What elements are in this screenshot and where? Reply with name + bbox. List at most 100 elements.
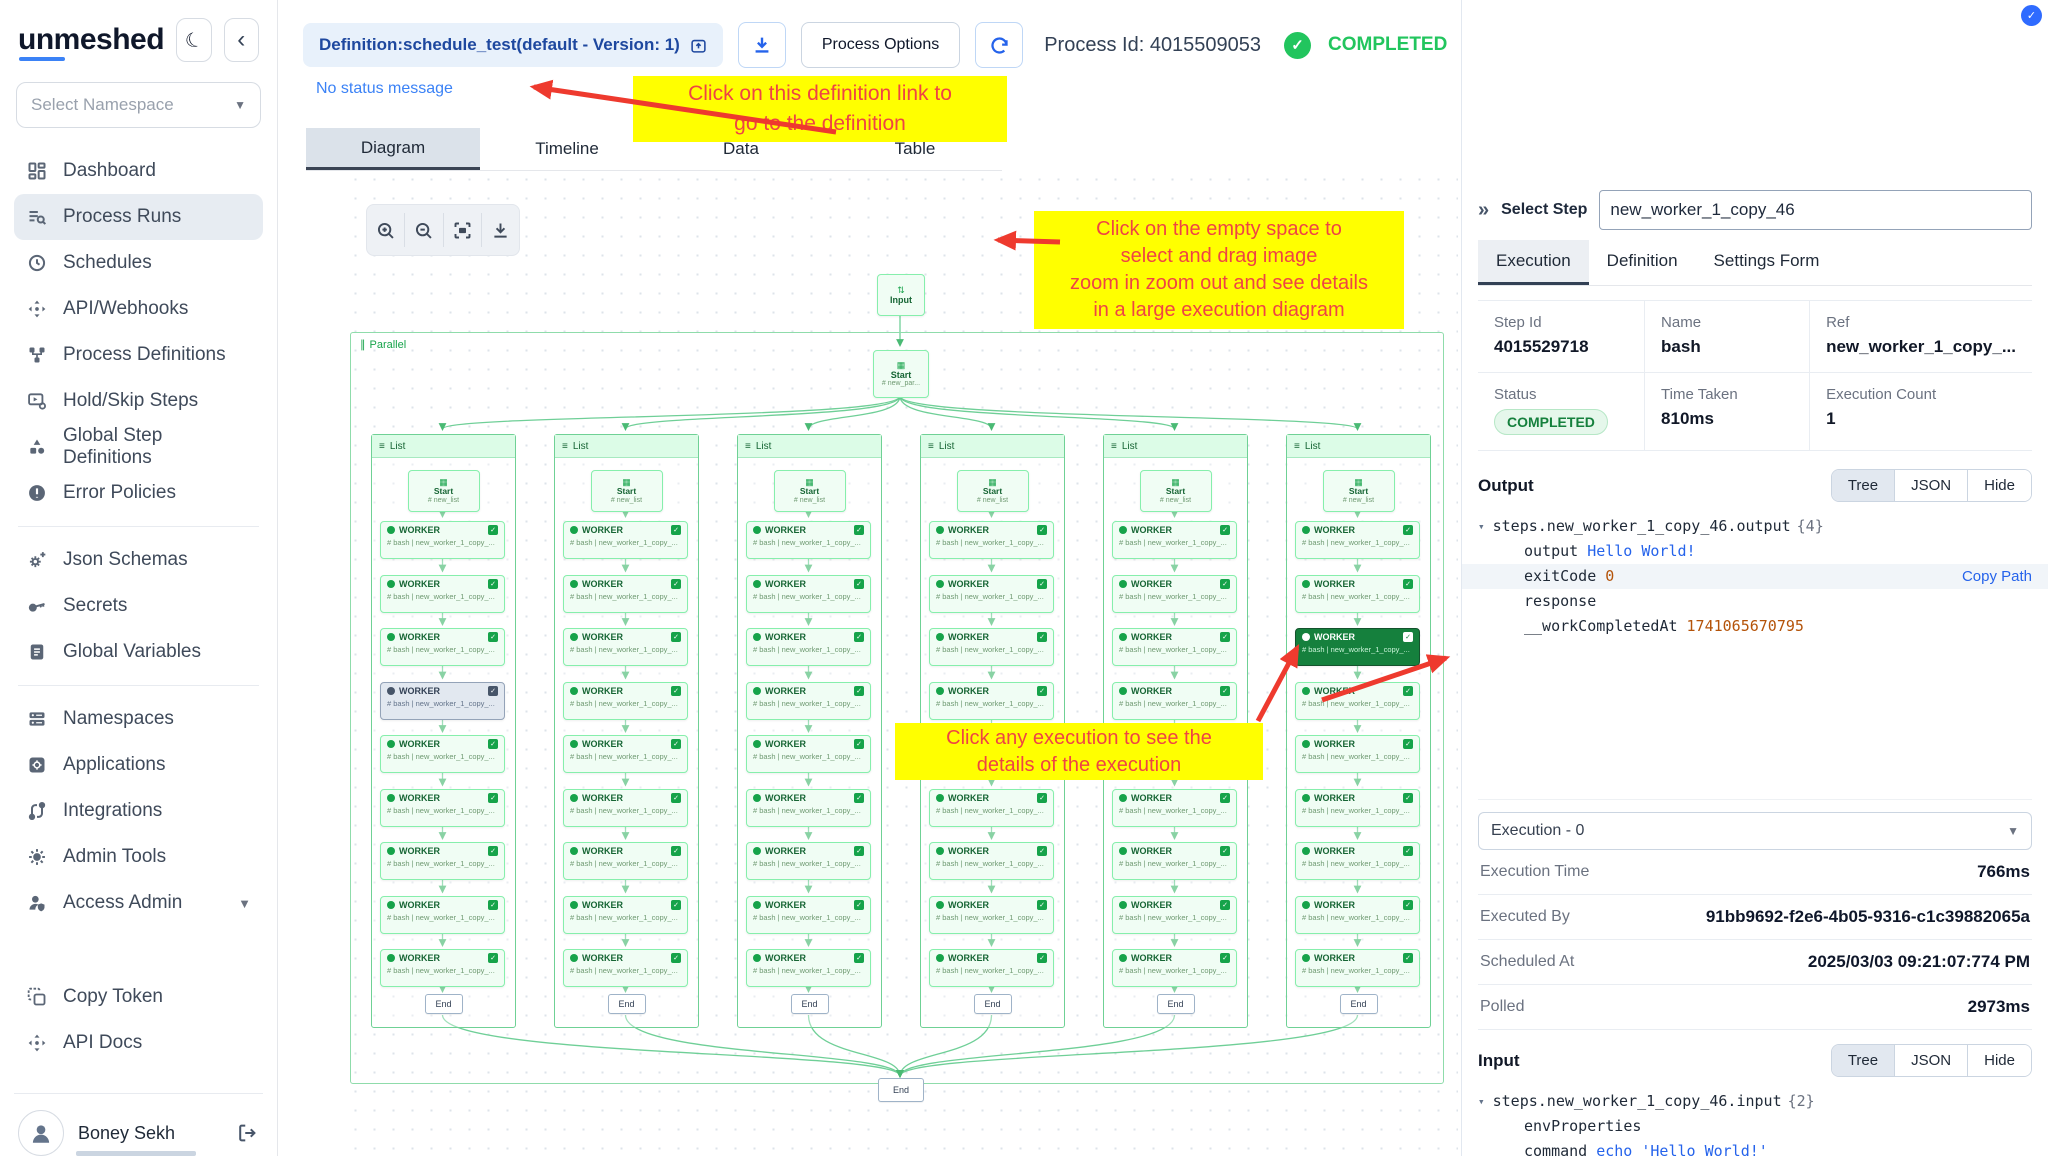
list-column-header[interactable]: ≡ List [921,435,1064,458]
worker-node[interactable]: WORKER✓ # bash | new_worker_1_copy_... [929,788,1054,827]
input-tree-button[interactable]: Tree [1831,1045,1895,1076]
list-start-node[interactable]: ▦ Start # new_list [407,470,480,512]
sidebar-item-schedules[interactable]: Schedules [14,240,263,286]
worker-node[interactable]: WORKER✓ # bash | new_worker_1_copy_... [563,895,688,934]
worker-node[interactable]: WORKER✓ # bash | new_worker_1_copy_... [746,574,871,613]
collapse-sidebar-button[interactable]: ‹ [223,18,259,62]
download-process-button[interactable] [737,22,786,68]
list-column-header[interactable]: ≡ List [1287,435,1430,458]
worker-node[interactable]: WORKER✓ # bash | new_worker_1_copy_... [1112,842,1237,880]
sidebar-item-namespaces[interactable]: Namespaces [14,696,263,742]
parallel-start-node[interactable]: ▦ Start # new_par... [873,350,929,398]
worker-node[interactable]: WORKER✓ # bash | new_worker_1_copy_... [380,628,505,666]
worker-node[interactable]: WORKER✓ # bash | new_worker_1_copy_... [746,681,871,720]
list-column-header[interactable]: ≡ List [372,435,515,458]
tab-definition[interactable]: Definition [1589,240,1696,285]
worker-node[interactable]: WORKER✓ # bash | new_worker_1_copy_... [929,842,1054,880]
output-hide-button[interactable]: Hide [1967,470,2031,501]
zoom-in-icon[interactable] [367,213,404,247]
worker-node[interactable]: WORKER✓ # bash | new_worker_1_copy_... [929,574,1054,613]
download-image-icon[interactable] [480,213,519,247]
list-start-node[interactable]: ▦ Start # new_list [1322,470,1395,512]
tab-diagram[interactable]: Diagram [306,128,480,170]
worker-node[interactable]: WORKER✓ # bash | new_worker_1_copy_... [563,788,688,827]
worker-node[interactable]: WORKER✓ # bash | new_worker_1_copy_... [380,735,505,773]
sidebar-item-global-variables[interactable]: Global Variables [14,629,263,675]
output-tree-button[interactable]: Tree [1831,470,1895,501]
status-message[interactable]: No status message [316,80,453,98]
sidebar-item-api-webhooks[interactable]: API/Webhooks [14,286,263,332]
worker-node[interactable]: WORKER✓ # bash | new_worker_1_copy_... [746,842,871,880]
definition-link[interactable]: Definition:schedule_test(default - Versi… [303,23,723,67]
worker-node[interactable]: WORKER✓ # bash | new_worker_1_copy_... [563,521,688,559]
worker-node[interactable]: WORKER✓ # bash | new_worker_1_copy_... [380,895,505,934]
worker-node[interactable]: WORKER✓ # bash | new_worker_1_copy_... [1112,521,1237,559]
sidebar-item-hold-skip-steps[interactable]: Hold/Skip Steps [14,378,263,424]
worker-node[interactable]: WORKER✓ # bash | new_worker_1_copy_... [380,574,505,613]
sidebar-item-api-docs[interactable]: API Docs [14,1020,263,1066]
list-column-header[interactable]: ≡ List [555,435,698,458]
worker-node[interactable]: WORKER✓ # bash | new_worker_1_copy_... [563,681,688,720]
worker-node[interactable]: WORKER✓ # bash | new_worker_1_copy_... [380,681,505,720]
worker-node[interactable]: WORKER✓ # bash | new_worker_1_copy_... [929,681,1054,720]
namespace-select[interactable]: Select Namespace ▼ [16,82,261,128]
copy-path-link[interactable]: Copy Path [1962,564,2032,589]
worker-node[interactable]: WORKER✓ # bash | new_worker_1_copy_... [746,949,871,987]
worker-node[interactable]: WORKER✓ # bash | new_worker_1_copy_... [1295,895,1420,934]
worker-node[interactable]: WORKER✓ # bash | new_worker_1_copy_... [1295,628,1420,666]
worker-node[interactable]: WORKER✓ # bash | new_worker_1_copy_... [1295,735,1420,773]
worker-node[interactable]: WORKER✓ # bash | new_worker_1_copy_... [746,628,871,666]
sidebar-item-error-policies[interactable]: Error Policies [14,470,263,516]
theme-toggle-button[interactable]: ☾ [176,18,212,62]
execution-select[interactable]: Execution - 0 ▼ [1478,812,2032,850]
list-end-node[interactable]: End [1156,994,1195,1014]
select-step-input[interactable]: new_worker_1_copy_46 [1599,190,2032,230]
worker-node[interactable]: WORKER✓ # bash | new_worker_1_copy_... [1295,574,1420,613]
list-column-header[interactable]: ≡ List [738,435,881,458]
worker-node[interactable]: WORKER✓ # bash | new_worker_1_copy_... [380,842,505,880]
list-start-node[interactable]: ▦ Start # new_list [773,470,846,512]
sidebar-item-secrets[interactable]: Secrets [14,583,263,629]
sidebar-item-applications[interactable]: Applications [14,742,263,788]
worker-node[interactable]: WORKER✓ # bash | new_worker_1_copy_... [746,895,871,934]
tab-timeline[interactable]: Timeline [480,128,654,170]
worker-node[interactable]: WORKER✓ # bash | new_worker_1_copy_... [1295,842,1420,880]
worker-node[interactable]: WORKER✓ # bash | new_worker_1_copy_... [563,949,688,987]
sidebar-item-integrations[interactable]: Integrations [14,788,263,834]
worker-node[interactable]: WORKER✓ # bash | new_worker_1_copy_... [380,949,505,987]
list-start-node[interactable]: ▦ Start # new_list [956,470,1029,512]
end-node[interactable]: End [878,1078,924,1102]
sidebar-item-dashboard[interactable]: Dashboard [14,148,263,194]
list-start-node[interactable]: ▦ Start # new_list [1139,470,1212,512]
tree-root[interactable]: ▾ steps.new_worker_1_copy_46.output {4} [1478,514,2032,539]
worker-node[interactable]: WORKER✓ # bash | new_worker_1_copy_... [746,735,871,773]
list-end-node[interactable]: End [424,994,463,1014]
list-end-node[interactable]: End [1339,994,1378,1014]
sidebar-item-admin-tools[interactable]: Admin Tools [14,834,263,880]
worker-node[interactable]: WORKER✓ # bash | new_worker_1_copy_... [1295,681,1420,720]
tree-root[interactable]: ▾ steps.new_worker_1_copy_46.input {2} [1478,1089,2032,1114]
list-end-node[interactable]: End [790,994,829,1014]
worker-node[interactable]: WORKER✓ # bash | new_worker_1_copy_... [746,521,871,559]
worker-node[interactable]: WORKER✓ # bash | new_worker_1_copy_... [1112,895,1237,934]
worker-node[interactable]: WORKER✓ # bash | new_worker_1_copy_... [380,788,505,827]
sidebar-item-process-definitions[interactable]: Process Definitions [14,332,263,378]
logout-icon[interactable] [237,1122,259,1144]
refresh-button[interactable] [975,22,1024,68]
worker-node[interactable]: WORKER✓ # bash | new_worker_1_copy_... [1112,949,1237,987]
process-options-button[interactable]: Process Options [800,22,961,68]
list-end-node[interactable]: End [973,994,1012,1014]
collapse-panel-icon[interactable]: » [1478,199,1489,222]
worker-node[interactable]: WORKER✓ # bash | new_worker_1_copy_... [1112,628,1237,666]
worker-node[interactable]: WORKER✓ # bash | new_worker_1_copy_... [1295,949,1420,987]
user-profile[interactable]: Boney Sekh [14,1093,263,1156]
list-start-node[interactable]: ▦ Start # new_list [590,470,663,512]
output-json-button[interactable]: JSON [1894,470,1968,501]
worker-node[interactable]: WORKER✓ # bash | new_worker_1_copy_... [1112,681,1237,720]
fit-view-icon[interactable] [442,213,481,247]
list-end-node[interactable]: End [607,994,646,1014]
worker-node[interactable]: WORKER✓ # bash | new_worker_1_copy_... [929,628,1054,666]
tab-settings-form[interactable]: Settings Form [1696,240,1838,285]
worker-node[interactable]: WORKER✓ # bash | new_worker_1_copy_... [746,788,871,827]
sidebar-item-json-schemas[interactable]: Json Schemas [14,537,263,583]
